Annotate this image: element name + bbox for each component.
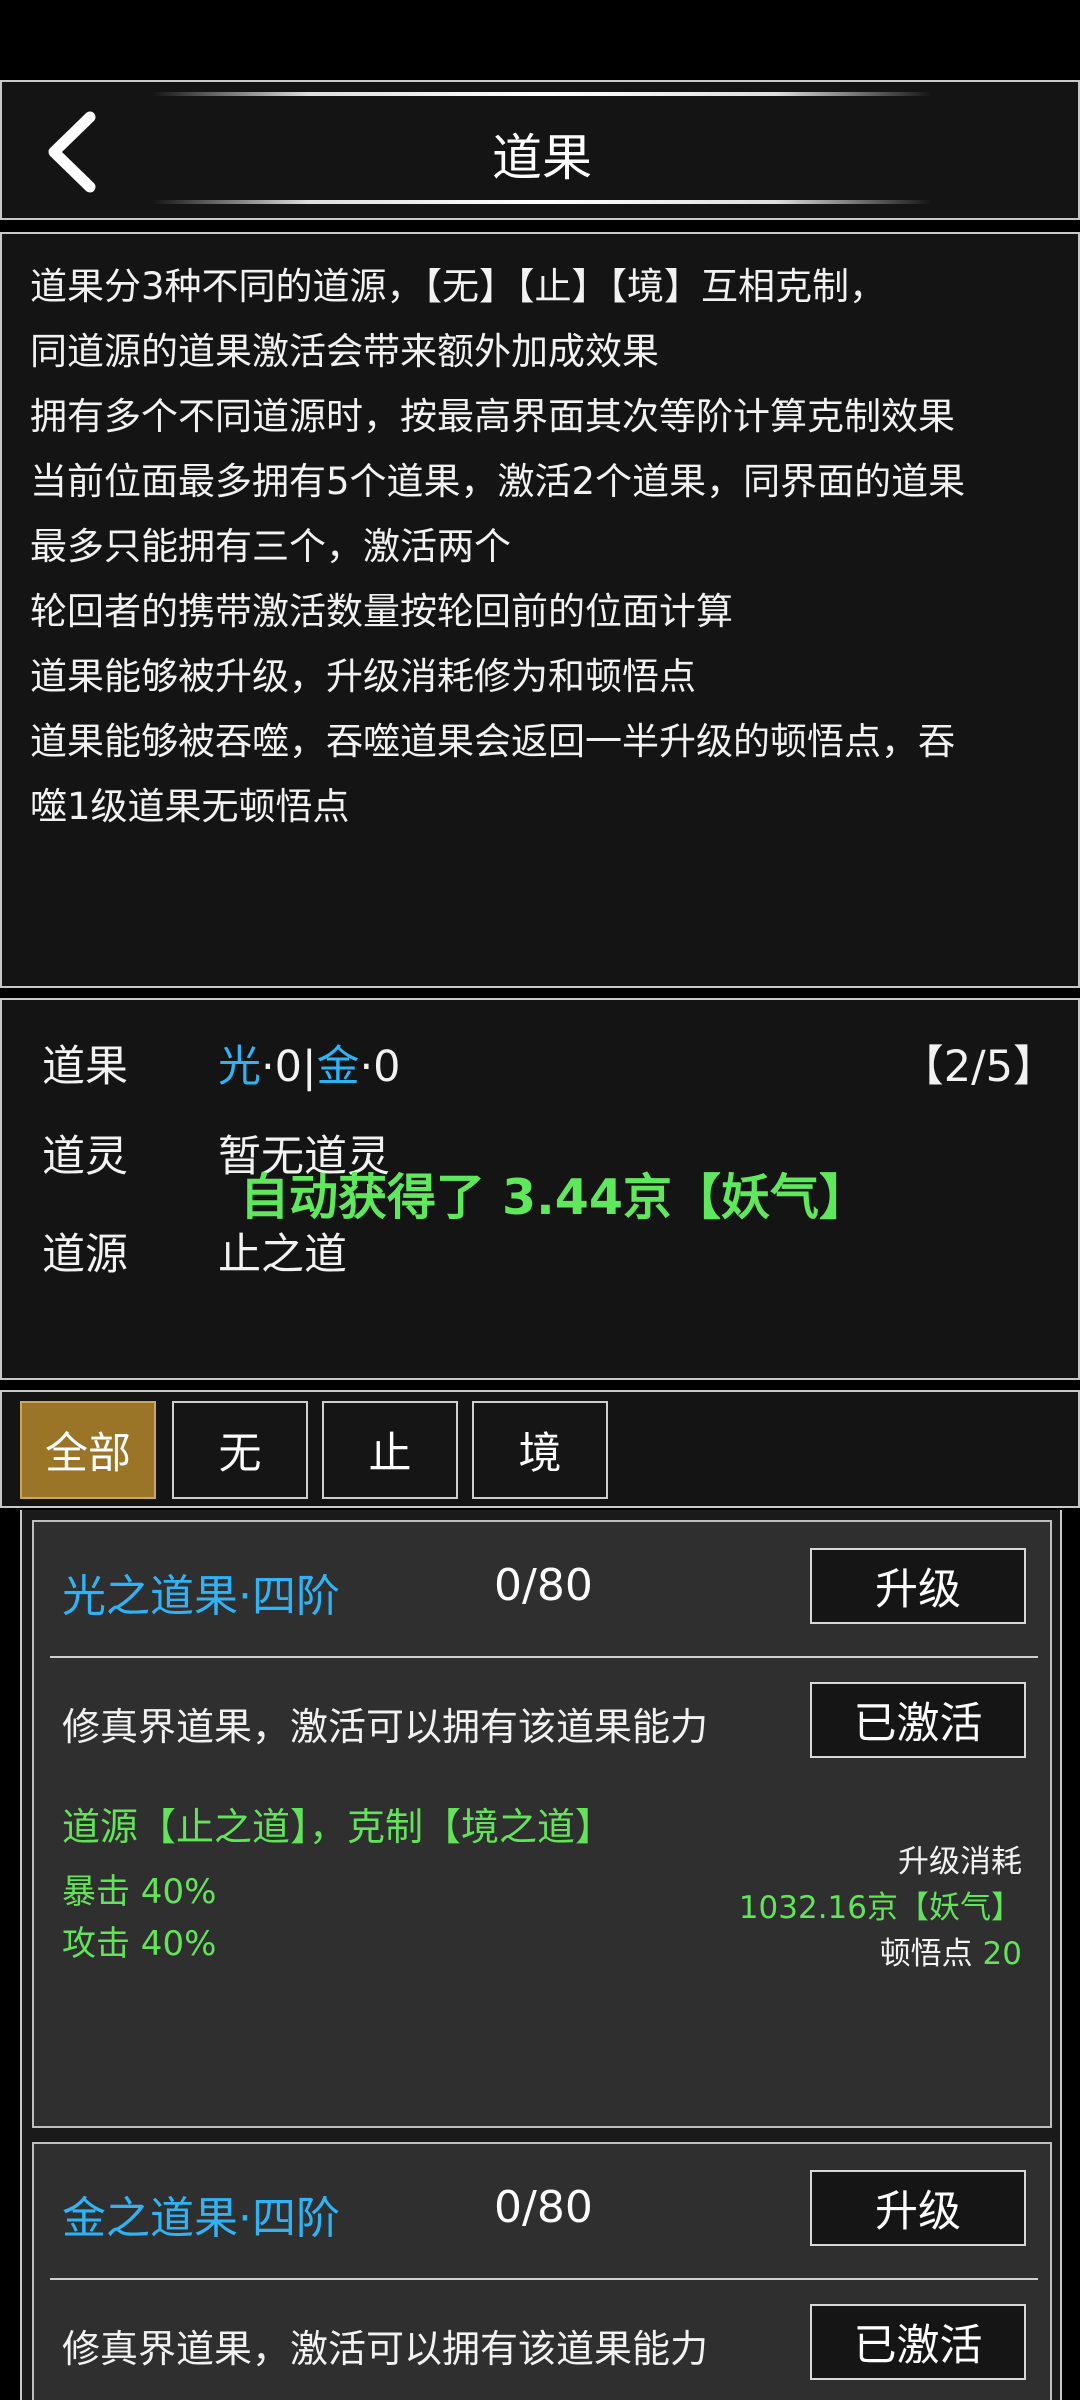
insight-value: 20 xyxy=(982,1936,1022,1972)
daoguo-guang: 光 xyxy=(218,1042,261,1092)
tab-all[interactable]: 全部 xyxy=(20,1401,156,1499)
card-description: 修真界道果，激活可以拥有该道果能力 xyxy=(62,2327,709,2371)
card-divider xyxy=(50,1656,1038,1658)
insight-cost: 顿悟点 20 xyxy=(880,1928,1022,1973)
tab-jing-label: 境 xyxy=(518,1429,562,1479)
rules-panel: 道果分3种不同的道源，【无】【止】【境】互相克制， 同道源的道果激活会带来额外加… xyxy=(0,232,1080,988)
activated-button-label: 已激活 xyxy=(853,2321,983,2371)
rule-line: 最多只能拥有三个，激活两个 xyxy=(30,525,511,568)
cost-title: 升级消耗 xyxy=(898,1844,1022,1880)
tab-wu-label: 无 xyxy=(218,1429,262,1479)
toast-message: 自动获得了 3.44京【妖气】 xyxy=(240,1169,868,1226)
tab-jing[interactable]: 境 xyxy=(472,1401,608,1499)
upgrade-button-label: 升级 xyxy=(875,2187,961,2237)
cost-value: 1032.16京【妖气】 xyxy=(738,1890,1022,1926)
activated-button[interactable]: 已激活 xyxy=(810,1682,1026,1758)
tab-wu[interactable]: 无 xyxy=(172,1401,308,1499)
card-progress: 0/80 xyxy=(494,1560,593,1611)
status-panel: 道果 光·0|金·0 【2/5】 道灵 暂无道灵 道源 止之道 自动获得了 3.… xyxy=(0,998,1080,1380)
tab-zhi-label: 止 xyxy=(368,1429,412,1479)
rule-line: 同道源的道果激活会带来额外加成效果 xyxy=(30,330,659,373)
card-divider xyxy=(50,2278,1038,2280)
tab-bar: 全部 无 止 境 xyxy=(0,1390,1080,1508)
insight-label: 顿悟点 xyxy=(879,1936,973,1972)
daoguo-card: 光之道果·四阶 0/80 升级 修真界道果，激活可以拥有该道果能力 已激活 道源… xyxy=(32,1520,1052,2128)
header-bar: 道果 xyxy=(0,80,1080,220)
rule-line: 拥有多个不同道源时，按最高界面其次等阶计算克制效果 xyxy=(30,395,955,438)
rule-line: 道果能够被升级，升级消耗修为和顿悟点 xyxy=(30,655,696,698)
header-top-ornament xyxy=(152,92,932,96)
daoguo-value: 光·0|金·0 xyxy=(218,1032,401,1094)
stat-attack: 攻击 40% xyxy=(62,1924,217,1964)
daoyuan-value: 止之道 xyxy=(218,1230,347,1280)
stat-crit: 暴击 40% xyxy=(62,1872,217,1912)
daoguo-count: 【2/5】 xyxy=(900,1042,1056,1092)
activated-button[interactable]: 已激活 xyxy=(810,2304,1026,2380)
activated-button-label: 已激活 xyxy=(853,1699,983,1749)
card-source: 道源【止之道】，克制【境之道】 xyxy=(62,1805,614,1849)
card-description: 修真界道果，激活可以拥有该道果能力 xyxy=(62,1705,709,1749)
daoling-label: 道灵 xyxy=(42,1132,128,1182)
daoguo-label: 道果 xyxy=(42,1042,128,1092)
daoyuan-label: 道源 xyxy=(42,1230,128,1280)
card-title: 光之道果·四阶 xyxy=(62,1571,340,1622)
page-title: 道果 xyxy=(492,129,592,187)
upgrade-button[interactable]: 升级 xyxy=(810,2170,1026,2246)
rule-line: 轮回者的携带激活数量按轮回前的位面计算 xyxy=(30,590,733,633)
daoguo-card: 金之道果·四阶 0/80 升级 修真界道果，激活可以拥有该道果能力 已激活 xyxy=(32,2142,1052,2400)
upgrade-button-label: 升级 xyxy=(875,1565,961,1615)
daoguo-list[interactable]: 光之道果·四阶 0/80 升级 修真界道果，激活可以拥有该道果能力 已激活 道源… xyxy=(20,1510,1062,2400)
card-title: 金之道果·四阶 xyxy=(62,2193,340,2244)
card-progress: 0/80 xyxy=(494,2182,593,2233)
rule-line: 噬1级道果无顿悟点 xyxy=(30,785,350,828)
rule-line: 道果能够被吞噬，吞噬道果会返回一半升级的顿悟点，吞 xyxy=(30,720,955,763)
tab-all-label: 全部 xyxy=(45,1429,131,1479)
daoguo-jin: 金 xyxy=(316,1042,360,1092)
tab-zhi[interactable]: 止 xyxy=(322,1401,458,1499)
header-bottom-ornament xyxy=(152,200,932,204)
rule-line: 道果分3种不同的道源，【无】【止】【境】互相克制， xyxy=(30,265,887,308)
rule-line: 当前位面最多拥有5个道果，激活2个道果，同界面的道果 xyxy=(30,460,966,503)
daoguo-jin-count: ·0 xyxy=(359,1042,401,1092)
upgrade-button[interactable]: 升级 xyxy=(810,1548,1026,1624)
daoguo-guang-count: ·0| xyxy=(261,1042,317,1092)
